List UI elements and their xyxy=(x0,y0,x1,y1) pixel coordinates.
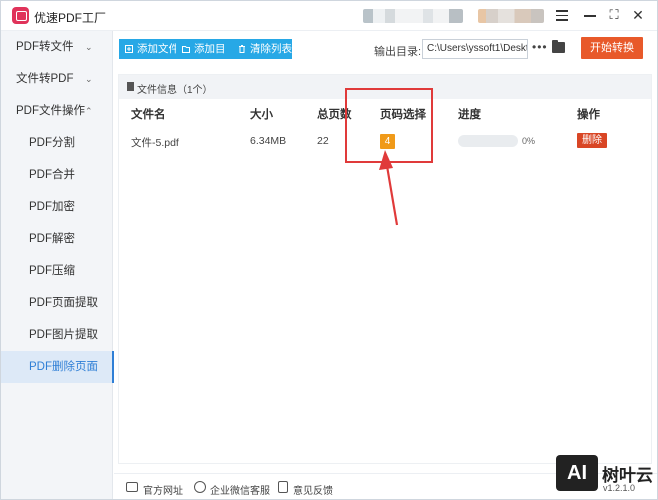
watermark-logo: AI xyxy=(556,455,598,491)
title-bar: 优速PDF工厂 ⛶ ✕ xyxy=(1,1,657,31)
app-version: v1.2.1.0 xyxy=(603,483,636,493)
sidebar-item-label: PDF页面提取 xyxy=(29,297,98,309)
sidebar-item-file-to-pdf[interactable]: 文件转PDF ⌄ xyxy=(1,63,113,95)
blurred-account-info xyxy=(478,9,544,23)
more-options-icon[interactable]: ••• xyxy=(532,40,548,54)
trash-icon xyxy=(239,45,245,53)
sidebar-item-label: PDF分割 xyxy=(29,137,75,149)
maximize-icon[interactable]: ⛶ xyxy=(606,7,622,23)
file-total-pages: 22 xyxy=(317,135,329,147)
column-header-filename: 文件名 xyxy=(131,109,166,121)
column-header-progress: 进度 xyxy=(458,109,481,121)
wechat-service-icon xyxy=(194,481,206,493)
feedback-icon xyxy=(278,481,288,493)
start-convert-button[interactable]: 开始转换 xyxy=(581,37,643,59)
file-size: 6.34MB xyxy=(250,135,287,147)
sidebar-item-pdf-compress[interactable]: PDF压缩 xyxy=(1,255,113,287)
clear-list-button[interactable]: 清除列表 xyxy=(232,39,292,59)
sidebar-item-label: PDF解密 xyxy=(29,233,75,245)
progress-bar xyxy=(458,135,518,147)
output-directory-label: 输出目录: xyxy=(374,46,422,58)
add-file-button[interactable]: 添加文件 xyxy=(119,39,179,59)
highlight-box xyxy=(345,88,433,163)
sidebar-item-label: PDF加密 xyxy=(29,201,75,213)
chevron-down-icon: ⌄ xyxy=(85,42,93,52)
sidebar-item-label: PDF文件操作 xyxy=(16,105,85,117)
column-header-action: 操作 xyxy=(577,109,600,121)
sidebar-item-label: 文件转PDF xyxy=(16,73,74,85)
sidebar-item-pdf-operations[interactable]: PDF文件操作 ⌃ xyxy=(1,95,113,127)
sidebar-item-label: PDF压缩 xyxy=(29,265,75,277)
feedback-link[interactable]: 意见反馈 xyxy=(293,482,333,497)
sidebar-item-label: PDF图片提取 xyxy=(29,329,98,341)
watermark: AI 树叶云 v1.2.1.0 xyxy=(556,453,656,498)
chevron-down-icon: ⌄ xyxy=(85,74,93,84)
folder-add-icon xyxy=(182,46,190,53)
app-logo-icon xyxy=(12,7,29,24)
add-file-label: 添加文件 xyxy=(137,43,179,55)
sidebar-item-pdf-encrypt[interactable]: PDF加密 xyxy=(1,191,113,223)
folder-icon[interactable] xyxy=(552,40,565,53)
close-icon[interactable]: ✕ xyxy=(630,7,646,23)
minimize-icon[interactable] xyxy=(582,7,598,23)
sidebar-item-label: PDF合并 xyxy=(29,169,75,181)
website-link[interactable]: 官方网址 xyxy=(143,482,183,497)
add-directory-button[interactable]: 添加目录 xyxy=(176,39,235,75)
sidebar-item-pdf-decrypt[interactable]: PDF解密 xyxy=(1,223,113,255)
sidebar: PDF转文件 ⌄ 文件转PDF ⌄ PDF文件操作 ⌃ PDF分割 PDF合并 … xyxy=(1,31,114,499)
file-name: 文件-5.pdf xyxy=(131,137,179,149)
clear-list-label: 清除列表 xyxy=(250,43,292,55)
sidebar-item-pdf-image-extract[interactable]: PDF图片提取 xyxy=(1,319,113,351)
delete-button[interactable]: 删除 xyxy=(577,133,607,148)
sidebar-item-pdf-split[interactable]: PDF分割 xyxy=(1,127,113,159)
sidebar-item-pdf-page-extract[interactable]: PDF页面提取 xyxy=(1,287,113,319)
column-header-size: 大小 xyxy=(250,109,273,121)
sidebar-item-label: PDF删除页面 xyxy=(29,361,98,373)
wechat-service-link[interactable]: 企业微信客服 xyxy=(210,482,270,497)
toolbar: 添加文件 添加目录 清除列表 输出目录: C:\Users\yssoft1\De… xyxy=(114,31,657,75)
sidebar-item-pdf-delete-pages[interactable]: PDF删除页面 xyxy=(1,351,114,383)
progress-percent: 0% xyxy=(522,136,536,146)
website-icon xyxy=(126,482,138,492)
sidebar-item-label: PDF转文件 xyxy=(16,41,74,53)
sidebar-item-pdf-merge[interactable]: PDF合并 xyxy=(1,159,113,191)
blurred-user-info xyxy=(363,9,463,23)
panel-title: 文件信息（1个） xyxy=(137,85,213,96)
sidebar-item-pdf-to-file[interactable]: PDF转文件 ⌄ xyxy=(1,31,113,63)
document-icon xyxy=(127,82,134,91)
app-title: 优速PDF工厂 xyxy=(34,11,107,25)
chevron-up-icon: ⌃ xyxy=(85,106,93,116)
menu-icon[interactable] xyxy=(554,7,570,23)
output-path-field[interactable]: C:\Users\yssoft1\Deskt xyxy=(422,39,528,59)
add-file-icon xyxy=(125,45,133,53)
add-directory-label: 添加目录 xyxy=(194,43,226,75)
